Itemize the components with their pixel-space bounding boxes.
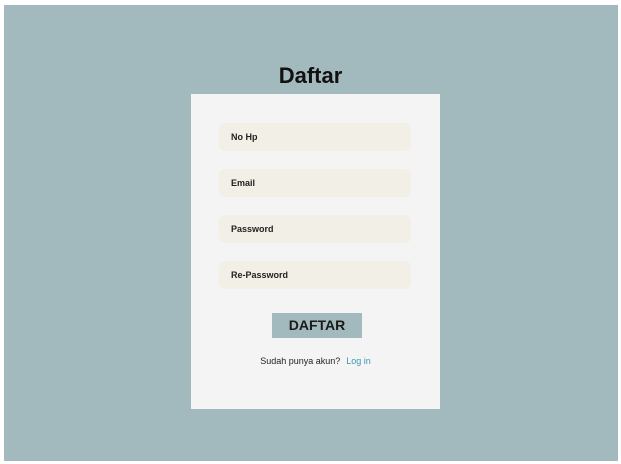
password-input[interactable] (219, 215, 411, 243)
register-card: DAFTAR Sudah punya akun? Log in (191, 94, 440, 409)
login-link[interactable]: Log in (346, 356, 371, 366)
phone-number-input[interactable] (219, 123, 411, 151)
page-title: Daftar (278, 63, 343, 88)
email-input[interactable] (219, 169, 411, 197)
login-prompt-row: Sudah punya akun? Log in (191, 355, 440, 367)
re-password-input[interactable] (219, 261, 411, 289)
register-button[interactable]: DAFTAR (272, 313, 362, 338)
login-prompt-text: Sudah punya akun? (260, 356, 341, 366)
